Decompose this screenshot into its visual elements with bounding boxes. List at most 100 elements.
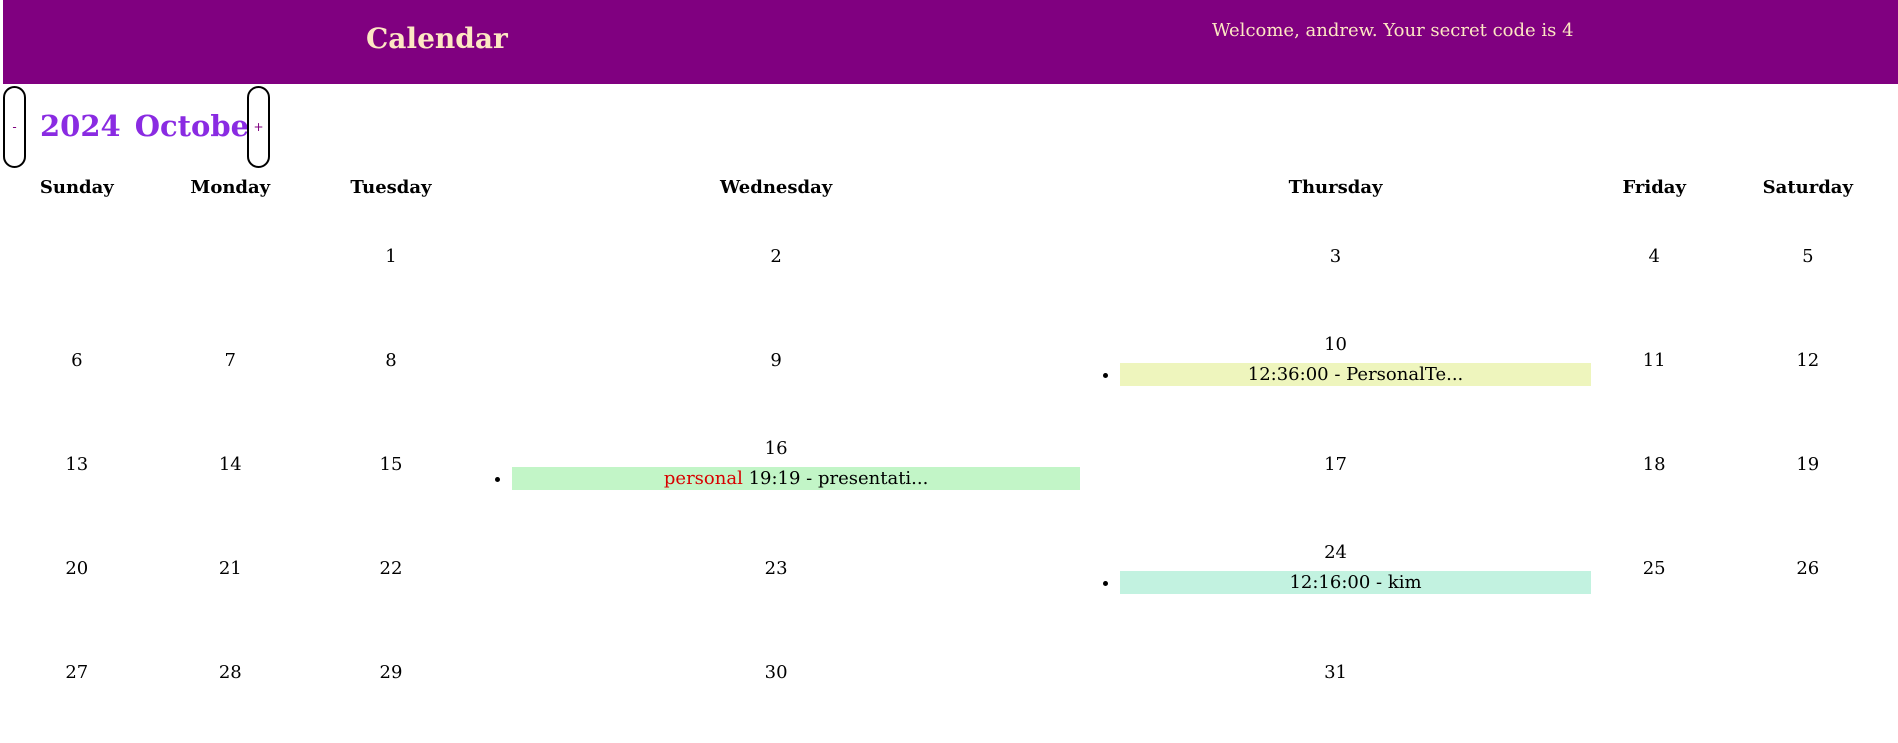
- weekday-monday: Monday: [190, 176, 271, 198]
- day-cell[interactable]: 12: [1718, 308, 1898, 412]
- day-cell[interactable]: 1: [310, 204, 472, 308]
- event-item[interactable]: 12:36:00 - PersonalTe...: [1120, 363, 1591, 386]
- page-title: Calendar: [366, 22, 508, 55]
- day-number: 28: [218, 661, 242, 683]
- day-number: 27: [65, 661, 89, 683]
- day-number: 8: [385, 349, 397, 371]
- header-bar: Calendar Welcome, andrew. Your secret co…: [3, 0, 1898, 84]
- day-number: 16: [764, 438, 788, 459]
- week-row: 6 7 8 9 10 12:36:00 - PersonalTe... 11 12: [3, 308, 1898, 412]
- day-cell[interactable]: 21: [151, 516, 310, 620]
- day-cell[interactable]: 2: [472, 204, 1080, 308]
- day-number: 5: [1802, 245, 1814, 267]
- day-number: 18: [1642, 453, 1666, 475]
- day-number: 19: [1796, 453, 1820, 475]
- day-cell[interactable]: 6: [3, 308, 151, 412]
- day-cell[interactable]: 4: [1591, 204, 1718, 308]
- day-number: 12: [1796, 349, 1820, 371]
- day-cell[interactable]: 15: [310, 412, 472, 516]
- welcome-message: Welcome, andrew. Your secret code is 4: [1212, 20, 1574, 41]
- weekday-tuesday: Tuesday: [350, 176, 432, 198]
- month-label: October: [134, 109, 265, 143]
- week-row: 27 28 29 30 31: [3, 620, 1898, 724]
- event-text: 12:36:00 - PersonalTe...: [1247, 364, 1464, 385]
- calendar-grid: Sunday Monday Tuesday Wednesday Thursday…: [3, 170, 1898, 724]
- week-row: 1 2 3 4 5: [3, 204, 1898, 308]
- day-number: 4: [1648, 245, 1660, 267]
- week-row: 20 21 22 23 24 12:16:00 - kim 25 26: [3, 516, 1898, 620]
- empty-day-cell: [1591, 620, 1718, 724]
- weekday-sunday: Sunday: [39, 176, 114, 198]
- empty-day-cell: [151, 204, 310, 308]
- day-cell[interactable]: 27: [3, 620, 151, 724]
- week-row: 13 14 15 16 personal 19:19 - presentati... 17…: [3, 412, 1898, 516]
- day-number: 23: [764, 557, 788, 579]
- day-cell[interactable]: 23: [472, 516, 1080, 620]
- weekday-header-row: Sunday Monday Tuesday Wednesday Thursday…: [3, 170, 1898, 204]
- next-month-button[interactable]: +: [247, 86, 270, 168]
- day-number: 26: [1796, 557, 1820, 579]
- day-cell[interactable]: 25: [1591, 516, 1718, 620]
- day-cell[interactable]: 16 personal 19:19 - presentati...: [472, 412, 1081, 516]
- day-number: 11: [1642, 349, 1666, 371]
- empty-day-cell: [1718, 620, 1898, 724]
- weekday-wednesday: Wednesday: [720, 176, 833, 198]
- day-cell[interactable]: 22: [310, 516, 472, 620]
- day-number: 25: [1642, 557, 1666, 579]
- event-list: 12:16:00 - kim: [1080, 571, 1591, 594]
- day-number: 29: [379, 661, 403, 683]
- event-text: 19:19 - presentati...: [742, 468, 929, 489]
- day-number: 13: [65, 453, 89, 475]
- day-number: 9: [770, 349, 782, 371]
- year-label: 2024: [40, 109, 121, 143]
- weekday-saturday: Saturday: [1762, 176, 1853, 198]
- weekday-thursday: Thursday: [1288, 176, 1383, 198]
- day-cell[interactable]: 13: [3, 412, 151, 516]
- day-cell[interactable]: 31: [1080, 620, 1591, 724]
- day-cell[interactable]: 5: [1718, 204, 1898, 308]
- day-cell[interactable]: 24 12:16:00 - kim: [1080, 516, 1591, 620]
- event-item[interactable]: personal 19:19 - presentati...: [512, 467, 1081, 490]
- event-item[interactable]: 12:16:00 - kim: [1120, 571, 1591, 594]
- day-cell[interactable]: 26: [1718, 516, 1898, 620]
- day-number: 30: [764, 661, 788, 683]
- day-cell[interactable]: 14: [151, 412, 310, 516]
- day-cell[interactable]: 11: [1591, 308, 1718, 412]
- day-number: 20: [65, 557, 89, 579]
- day-number: 21: [218, 557, 242, 579]
- day-cell[interactable]: 8: [310, 308, 472, 412]
- day-cell[interactable]: 20: [3, 516, 151, 620]
- day-number: 15: [379, 453, 403, 475]
- day-cell[interactable]: 17: [1080, 412, 1591, 516]
- event-list: personal 19:19 - presentati...: [472, 467, 1081, 490]
- day-number: 22: [379, 557, 403, 579]
- day-cell[interactable]: 30: [472, 620, 1080, 724]
- day-cell[interactable]: 9: [472, 308, 1080, 412]
- day-number: 6: [71, 349, 83, 371]
- month-year-title: 2024 October: [40, 109, 278, 143]
- day-cell[interactable]: 7: [151, 308, 310, 412]
- empty-day-cell: [3, 204, 151, 308]
- event-text: 12:16:00 - kim: [1289, 572, 1422, 593]
- event-list: 12:36:00 - PersonalTe...: [1080, 363, 1591, 386]
- day-number: 17: [1324, 453, 1347, 475]
- day-number: 31: [1324, 661, 1347, 683]
- day-number: 3: [1329, 245, 1342, 267]
- day-number: 2: [770, 245, 782, 267]
- day-cell[interactable]: 29: [310, 620, 472, 724]
- day-number: 24: [1324, 542, 1347, 563]
- day-number: 10: [1324, 334, 1347, 355]
- day-cell[interactable]: 28: [151, 620, 310, 724]
- event-category-tag: personal: [663, 468, 743, 489]
- event-label[interactable]: personal 19:19 - presentati...: [512, 467, 1081, 490]
- weekday-friday: Friday: [1622, 176, 1686, 198]
- day-cell[interactable]: 18: [1591, 412, 1718, 516]
- day-cell[interactable]: 10 12:36:00 - PersonalTe...: [1080, 308, 1591, 412]
- previous-month-button[interactable]: -: [3, 86, 26, 168]
- day-number: 7: [224, 349, 236, 371]
- day-cell[interactable]: 19: [1718, 412, 1898, 516]
- event-label[interactable]: 12:16:00 - kim: [1120, 571, 1591, 594]
- day-cell[interactable]: 3: [1080, 204, 1591, 308]
- day-number: 1: [385, 245, 397, 267]
- event-label[interactable]: 12:36:00 - PersonalTe...: [1120, 363, 1591, 386]
